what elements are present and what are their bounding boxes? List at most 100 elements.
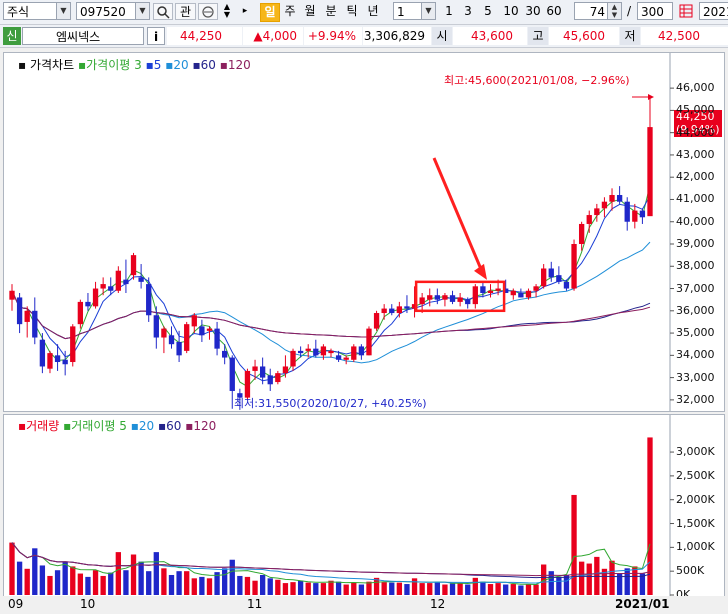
volume-bar [571,494,577,595]
display-count-input[interactable]: 74 ▲ ▼ [574,2,622,20]
trade-volume-text: 3,306,829 [363,29,425,43]
x-tick-label: 10 [80,597,96,611]
candle-body [457,297,463,302]
interval-option-30[interactable]: 30 [524,3,542,20]
volume-bar [609,560,615,595]
vma60-legend: 60 [166,419,182,433]
volume-bar [556,576,562,595]
volume-bar [62,561,68,595]
tab-month[interactable]: 월 [302,3,318,20]
volume-bar [108,572,114,595]
interval-option-5[interactable]: 5 [481,3,495,20]
interval-option-1[interactable]: 1 [442,3,456,20]
candle-body [639,210,646,218]
y-tick-label: 34,000 [676,348,715,362]
tab-tick[interactable]: 틱 [344,3,360,20]
volume-bar [191,578,197,595]
candle-body [616,195,623,202]
high-label: 고 [528,27,548,45]
volume-bar [123,570,129,595]
stepper[interactable]: ▲ ▼ [220,3,234,20]
candle-body [259,366,266,378]
tab-week[interactable]: 주 [282,3,298,20]
volume-bar [146,571,152,595]
candle-body [472,286,478,305]
date-field-value: 2021 [703,5,728,19]
callout-arrow [432,157,485,275]
stock-code-input[interactable]: 097520 ▼ [76,2,150,20]
chevron-down-icon[interactable]: ▼ [421,3,435,19]
volume-bar [161,568,167,595]
low-price-text: 42,500 [658,29,700,43]
market-select[interactable]: 주식 ▼ [3,2,71,20]
candle-body [351,346,357,360]
volume-bar [39,565,46,595]
candle-body [138,277,144,282]
price-chart-panel[interactable]: ▪ 가격차트 ▪가격이평 3 ▪5 ▪20 ▪60 ▪120 최고:45,600… [3,52,725,412]
y-tick-label: 42,000 [676,170,715,184]
candle-body [449,295,456,302]
high-price: 45,600 [549,27,619,45]
volume-bar [389,582,395,595]
current-price: 44,250 [167,27,242,45]
info-button[interactable]: i [147,27,165,45]
candle-body [465,299,471,305]
vma5-legend: 5 [119,419,127,433]
y-tick-label: 2,500K [676,468,715,482]
volume-bar [396,582,403,595]
total-count-value: 300 [641,5,664,19]
search-button[interactable] [153,3,173,20]
watchlist-label: 관 [179,5,192,19]
count-stepper-icon[interactable]: ▲ ▼ [607,3,621,19]
ma120-line [11,290,651,340]
tab-month-label: 월 [304,4,316,18]
candle-body [343,357,349,360]
interval-option-10[interactable]: 10 [502,3,520,20]
candle-body [168,335,175,345]
tab-day[interactable]: 일 [260,3,280,22]
chevron-down-icon[interactable]: ▼ [56,3,70,19]
candle-body [222,350,228,358]
candle-body [176,341,182,356]
volume-bar [647,437,653,595]
volume-chart-panel[interactable]: ▪거래량 ▪거래이평 5 ▪20 ▪60 ▪120 3,000K 2,500K 2,… [3,414,725,601]
volume-bar [138,561,144,595]
interval-select[interactable]: 1 ▼ [393,2,436,20]
volume-bar [24,568,30,595]
candle-body [495,288,501,291]
volume-bar [419,583,425,595]
link-button[interactable] [198,3,218,20]
step-down-icon[interactable]: ▼ [220,11,234,19]
candle-body [548,268,554,278]
candle-body [389,308,395,314]
candle-body [328,350,334,354]
interval-option-60[interactable]: 60 [545,3,563,20]
volume-bar [548,571,554,595]
interval-option-3[interactable]: 3 [461,3,475,20]
candle-body [541,268,547,287]
volume-bar [313,583,319,595]
volume-bar [578,561,585,595]
volume-chart-svg[interactable] [4,415,724,596]
interval-option-label: 1 [445,4,453,18]
date-field[interactable]: 2021 [699,2,728,20]
volume-bar [206,578,213,595]
y-tick-label: 32,000 [676,392,715,406]
tab-year[interactable]: 년 [365,3,381,20]
volume-bar [632,566,638,595]
grid-icon [679,4,693,18]
candle-body [601,201,608,209]
stepper-side-icon[interactable]: ▸ [238,3,252,20]
price-change: ▲4,000 [243,27,303,45]
price-chart-svg[interactable] [4,53,724,411]
candle-body [70,326,76,363]
grid-toggle-button[interactable] [676,3,696,20]
watchlist-button[interactable]: 관 [175,3,196,20]
candle-body [518,292,524,298]
interval-option-label: 30 [525,4,541,18]
chevron-down-icon[interactable]: ▼ [135,3,149,19]
tab-minute[interactable]: 분 [323,3,339,20]
candle-body [275,373,281,383]
total-count-field[interactable]: 300 [637,2,673,20]
volume-bar [222,568,228,595]
